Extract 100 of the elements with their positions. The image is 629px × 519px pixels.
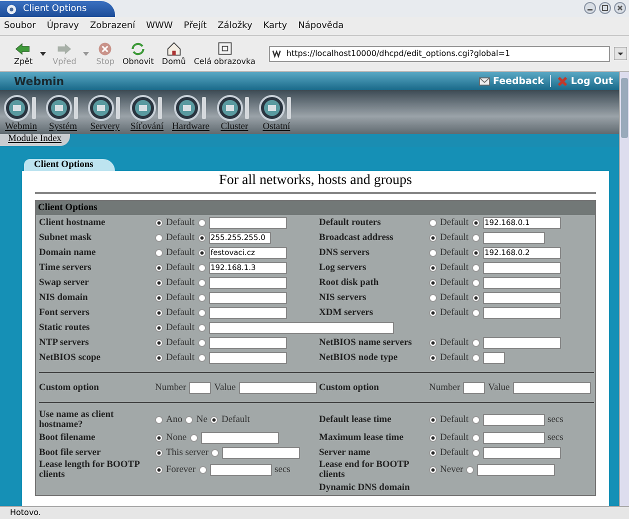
- menu-item[interactable]: Nápověda: [298, 21, 344, 31]
- text-field[interactable]: [210, 464, 272, 476]
- category-link[interactable]: Ostatní: [259, 95, 294, 132]
- dropdown-icon[interactable]: [614, 47, 627, 60]
- toolbar-button[interactable]: Domů: [158, 41, 190, 66]
- menu-item[interactable]: Soubor: [4, 21, 36, 31]
- menu-item[interactable]: Karty: [263, 21, 288, 31]
- text-field[interactable]: [482, 352, 504, 364]
- logout-link[interactable]: Log Out: [556, 76, 613, 86]
- radio-button[interactable]: [198, 234, 206, 242]
- radio-button[interactable]: [155, 278, 163, 286]
- radio-button[interactable]: [198, 294, 206, 302]
- text-field[interactable]: [238, 382, 317, 394]
- text-field[interactable]: [482, 306, 560, 318]
- radio-button[interactable]: [198, 278, 206, 286]
- radio-button[interactable]: [155, 354, 163, 362]
- radio-button[interactable]: [429, 354, 437, 362]
- radio-button[interactable]: [429, 248, 437, 256]
- radio-button[interactable]: [429, 234, 437, 242]
- radio-button[interactable]: [198, 354, 206, 362]
- radio-button[interactable]: [472, 278, 480, 286]
- radio-button[interactable]: [155, 234, 163, 242]
- radio-button[interactable]: [155, 218, 163, 226]
- close-icon[interactable]: [614, 2, 626, 14]
- text-field[interactable]: [512, 382, 591, 394]
- category-link[interactable]: Systém: [46, 95, 80, 132]
- radio-button[interactable]: [472, 308, 480, 316]
- radio-button[interactable]: [155, 308, 163, 316]
- radio-button[interactable]: [198, 466, 207, 474]
- radio-button[interactable]: [198, 338, 206, 346]
- category-link[interactable]: Hardware: [172, 95, 210, 132]
- radio-button[interactable]: [190, 434, 198, 442]
- radio-button[interactable]: [155, 448, 163, 456]
- radio-button[interactable]: [155, 466, 163, 474]
- text-field[interactable]: [482, 276, 560, 288]
- text-field[interactable]: [208, 352, 286, 364]
- radio-button[interactable]: [472, 416, 480, 424]
- text-field[interactable]: [482, 232, 544, 244]
- text-field[interactable]: [482, 336, 560, 348]
- text-field[interactable]: [482, 432, 544, 444]
- radio-button[interactable]: [429, 448, 437, 456]
- radio-button[interactable]: [472, 448, 480, 456]
- radio-button[interactable]: [155, 264, 163, 272]
- text-field[interactable]: [477, 464, 556, 476]
- feedback-link[interactable]: Feedback: [478, 76, 544, 86]
- text-field[interactable]: [208, 336, 286, 348]
- radio-button[interactable]: [198, 218, 206, 226]
- text-field[interactable]: [189, 382, 212, 394]
- radio-button[interactable]: [429, 264, 437, 272]
- radio-button[interactable]: [198, 264, 206, 272]
- text-field[interactable]: [482, 414, 544, 426]
- text-field[interactable]: [208, 276, 286, 288]
- module-index-tab[interactable]: Module Index: [0, 134, 70, 146]
- radio-button[interactable]: [210, 416, 218, 424]
- maximize-icon[interactable]: [599, 2, 611, 14]
- radio-button[interactable]: [155, 248, 163, 256]
- text-field[interactable]: [208, 306, 286, 318]
- radio-button[interactable]: [429, 308, 437, 316]
- category-link[interactable]: Servery: [88, 95, 122, 132]
- category-link[interactable]: Webmin: [4, 95, 38, 132]
- menu-item[interactable]: Přejít: [184, 21, 207, 31]
- radio-button[interactable]: [155, 294, 163, 302]
- radio-button[interactable]: [429, 434, 437, 442]
- scrollbar[interactable]: [619, 72, 629, 506]
- radio-button[interactable]: [429, 294, 437, 302]
- toolbar-button[interactable]: Obnovit: [118, 41, 158, 66]
- toolbar-button[interactable]: Celá obrazovka: [190, 41, 260, 66]
- address-field[interactable]: https://localhost10000/dhcpd/edit_options.cgi?global=1: [269, 46, 610, 62]
- radio-button[interactable]: [472, 294, 480, 302]
- menu-item[interactable]: Úpravy: [46, 21, 80, 31]
- radio-button[interactable]: [155, 324, 163, 332]
- menu-item[interactable]: WWW: [146, 21, 173, 31]
- radio-button[interactable]: [466, 466, 474, 474]
- text-field[interactable]: [200, 432, 279, 444]
- client-options-tab[interactable]: Client Options: [24, 159, 116, 171]
- radio-button[interactable]: [429, 218, 437, 226]
- category-link[interactable]: Síťování: [130, 95, 164, 132]
- radio-button[interactable]: [198, 248, 206, 256]
- text-field[interactable]: [208, 216, 286, 228]
- toolbar-button[interactable]: Zpět: [10, 41, 37, 66]
- radio-button[interactable]: [429, 278, 437, 286]
- radio-button[interactable]: [185, 416, 194, 424]
- text-field[interactable]: [482, 262, 560, 274]
- radio-button[interactable]: [155, 416, 163, 424]
- caret-icon[interactable]: [40, 52, 46, 56]
- radio-button[interactable]: [472, 354, 480, 362]
- category-link[interactable]: Cluster: [217, 95, 252, 132]
- radio-button[interactable]: [429, 466, 437, 474]
- radio-button[interactable]: [472, 218, 480, 226]
- radio-button[interactable]: [472, 234, 480, 242]
- radio-button[interactable]: [472, 434, 480, 442]
- radio-button[interactable]: [429, 416, 437, 424]
- radio-button[interactable]: [198, 324, 206, 332]
- radio-button[interactable]: [211, 448, 220, 456]
- menu-item[interactable]: Záložky: [218, 21, 252, 31]
- radio-button[interactable]: [472, 338, 480, 346]
- radio-button[interactable]: [429, 338, 437, 346]
- minimize-icon[interactable]: [584, 2, 596, 14]
- radio-button[interactable]: [472, 248, 480, 256]
- text-field[interactable]: [482, 292, 560, 304]
